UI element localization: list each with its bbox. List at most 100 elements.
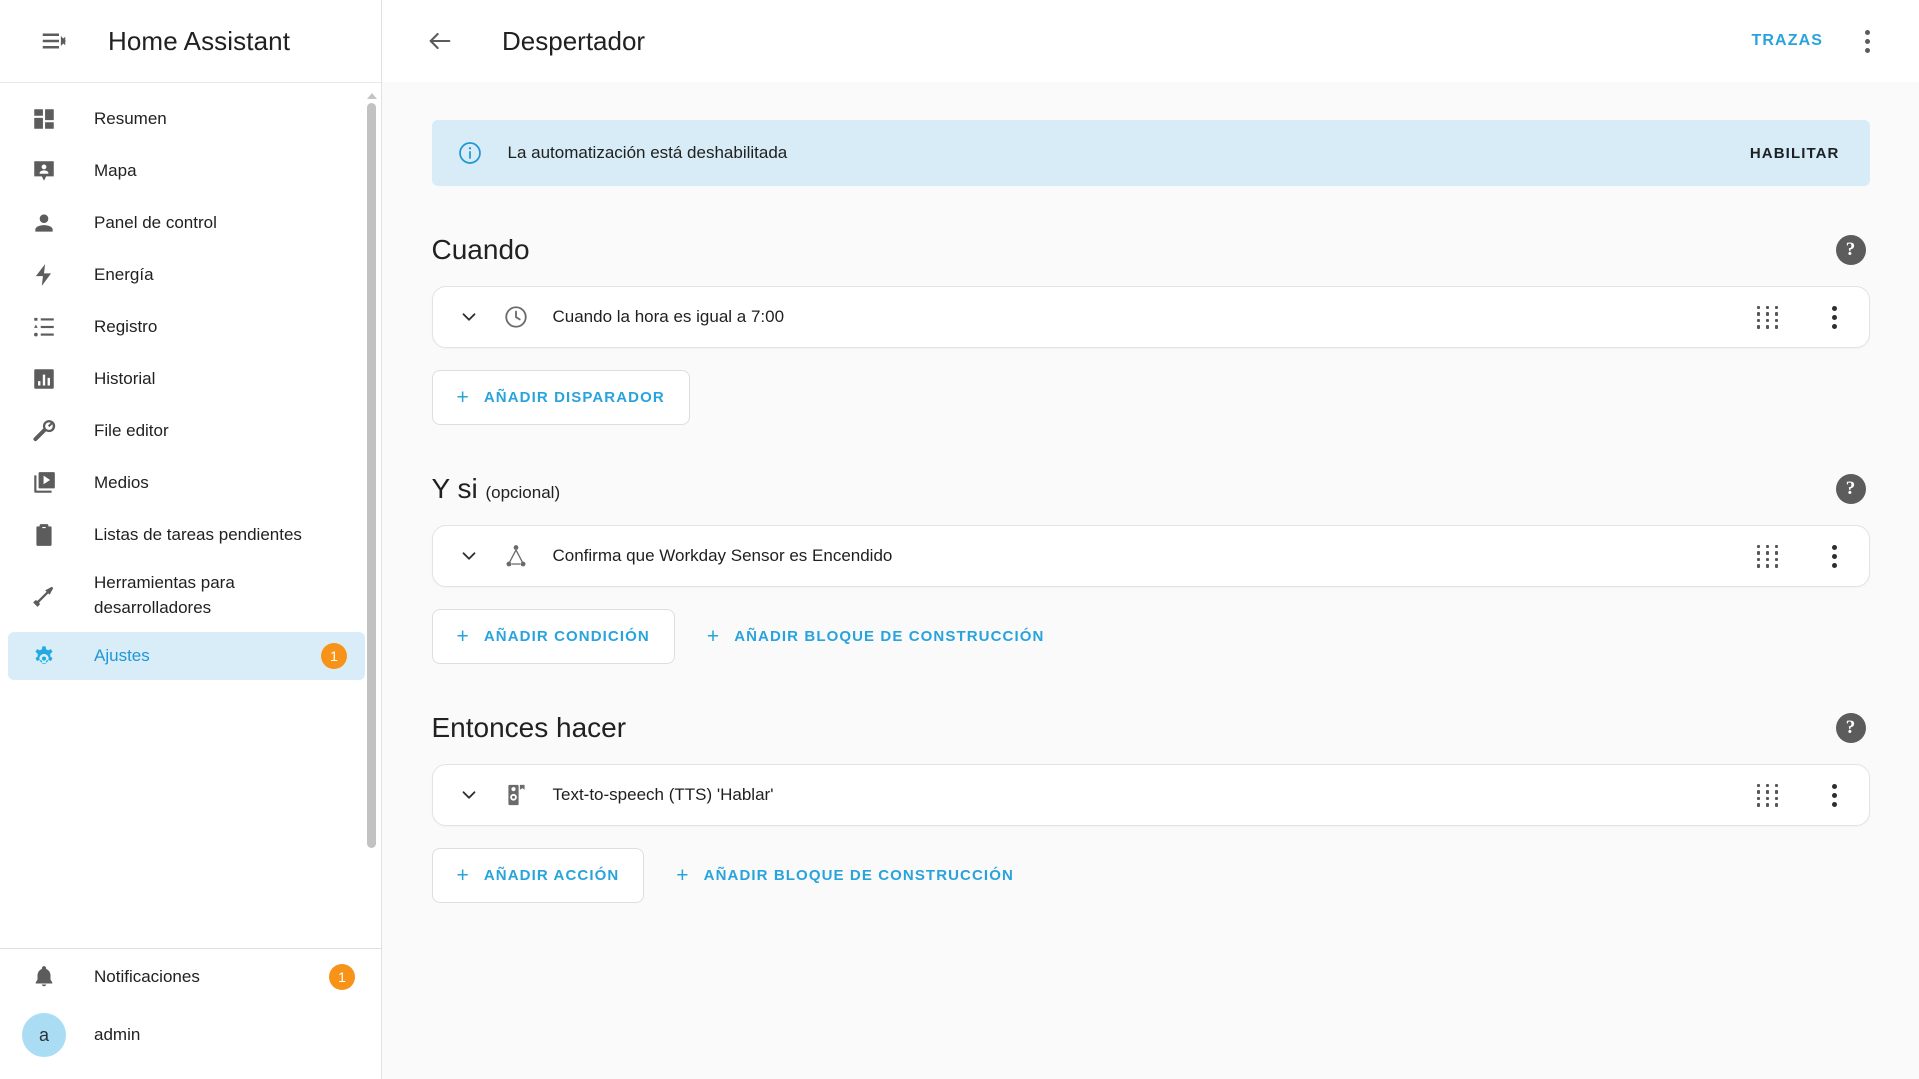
clock-outline-icon bbox=[501, 302, 531, 332]
trigger-overflow-icon[interactable] bbox=[1815, 297, 1855, 337]
scroll-up-arrow-icon[interactable] bbox=[367, 93, 377, 99]
dots-vertical-icon bbox=[1832, 545, 1837, 568]
sidebar-item-label: Panel de control bbox=[94, 211, 217, 236]
sidebar-item-label: Notificaciones bbox=[94, 965, 200, 990]
toolbar: Despertador TRAZAS bbox=[382, 0, 1919, 82]
add-action-button[interactable]: + AÑADIR ACCIÓN bbox=[432, 848, 645, 903]
app-root: Home Assistant Resumen Mapa bbox=[0, 0, 1919, 1079]
sidebar-item-label: Registro bbox=[94, 315, 157, 340]
add-condition-label: AÑADIR CONDICIÓN bbox=[484, 628, 650, 645]
sidebar-item-herramientas-para-desarrolladores[interactable]: Herramientas para desarrolladores bbox=[8, 563, 365, 628]
sidebar-item-historial[interactable]: Historial bbox=[8, 355, 365, 403]
sidebar-item-energia[interactable]: Energía bbox=[8, 251, 365, 299]
sidebar-user-label: admin bbox=[94, 1023, 140, 1048]
section-title: Y si (opcional) bbox=[432, 473, 1836, 505]
sidebar-item-medios[interactable]: Medios bbox=[8, 459, 365, 507]
condition-overflow-icon[interactable] bbox=[1815, 536, 1855, 576]
banner-message: La automatización está deshabilitada bbox=[508, 143, 1736, 163]
section-header: Entonces hacer ? bbox=[432, 708, 1870, 748]
chevron-down-icon[interactable] bbox=[451, 777, 487, 813]
trigger-card[interactable]: Cuando la hora es igual a 7:00 bbox=[432, 286, 1870, 348]
dots-vertical-icon[interactable] bbox=[1839, 13, 1895, 69]
section-title-text: Y si bbox=[432, 473, 478, 504]
information-outline-icon bbox=[456, 139, 484, 167]
scrollbar-thumb[interactable] bbox=[367, 103, 376, 848]
clipboard-list-icon bbox=[30, 521, 58, 549]
sidebar-scrollbar[interactable] bbox=[366, 93, 377, 934]
section-conditions: Y si (opcional) ? bbox=[432, 469, 1870, 664]
sidebar-item-notificaciones[interactable]: Notificaciones 1 bbox=[8, 953, 373, 1001]
content-scroll[interactable]: La automatización está deshabilitada HAB… bbox=[382, 82, 1919, 1079]
condition-card[interactable]: Confirma que Workday Sensor es Encendido bbox=[432, 525, 1870, 587]
plus-icon: + bbox=[457, 865, 470, 886]
section-title: Cuando bbox=[432, 234, 1836, 266]
traces-button[interactable]: TRAZAS bbox=[1736, 22, 1839, 60]
bell-icon bbox=[30, 963, 58, 991]
add-building-block-label: AÑADIR BLOQUE DE CONSTRUCCIÓN bbox=[704, 867, 1014, 884]
section-actions: Entonces hacer ? bbox=[432, 708, 1870, 903]
play-box-multiple-icon bbox=[30, 469, 58, 497]
add-building-block-action-button[interactable]: + AÑADIR BLOQUE DE CONSTRUCCIÓN bbox=[656, 849, 1034, 902]
view-dashboard-icon bbox=[30, 105, 58, 133]
enable-button[interactable]: HABILITAR bbox=[1736, 135, 1854, 172]
trigger-buttons: + AÑADIR DISPARADOR bbox=[432, 370, 1870, 425]
dots-vertical-icon bbox=[1832, 306, 1837, 329]
dots-vertical-icon bbox=[1832, 784, 1837, 807]
section-header: Cuando ? bbox=[432, 230, 1870, 270]
add-trigger-button[interactable]: + AÑADIR DISPARADOR bbox=[432, 370, 690, 425]
drag-grid-icon[interactable] bbox=[1757, 784, 1781, 807]
chevron-down-icon[interactable] bbox=[451, 538, 487, 574]
main-area: Despertador TRAZAS La automatiz bbox=[382, 0, 1919, 1079]
menu-collapse-icon[interactable] bbox=[24, 11, 84, 71]
add-action-label: AÑADIR ACCIÓN bbox=[484, 867, 619, 884]
condition-label: Confirma que Workday Sensor es Encendido bbox=[553, 546, 1757, 566]
account-icon bbox=[30, 209, 58, 237]
sidebar-item-listas-de-tareas-pendientes[interactable]: Listas de tareas pendientes bbox=[8, 511, 365, 559]
help-circle-icon[interactable]: ? bbox=[1836, 713, 1866, 743]
add-building-block-label: AÑADIR BLOQUE DE CONSTRUCCIÓN bbox=[734, 628, 1044, 645]
wrench-icon bbox=[30, 417, 58, 445]
action-overflow-icon[interactable] bbox=[1815, 775, 1855, 815]
help-circle-icon[interactable]: ? bbox=[1836, 235, 1866, 265]
action-card[interactable]: Text-to-speech (TTS) 'Hablar' bbox=[432, 764, 1870, 826]
trigger-label: Cuando la hora es igual a 7:00 bbox=[553, 307, 1757, 327]
overflow-dots bbox=[1865, 30, 1870, 53]
sidebar-item-registro[interactable]: Registro bbox=[8, 303, 365, 351]
sidebar-item-label: Ajustes bbox=[94, 644, 150, 669]
sidebar-item-label: Energía bbox=[94, 263, 154, 288]
chevron-down-icon[interactable] bbox=[451, 299, 487, 335]
help-circle-icon[interactable]: ? bbox=[1836, 474, 1866, 504]
action-buttons: + AÑADIR ACCIÓN + AÑADIR BLOQUE DE CONST… bbox=[432, 848, 1870, 903]
section-title: Entonces hacer bbox=[432, 712, 1836, 744]
sidebar-item-resumen[interactable]: Resumen bbox=[8, 95, 365, 143]
avatar: a bbox=[22, 1013, 66, 1057]
section-header: Y si (opcional) ? bbox=[432, 469, 1870, 509]
sidebar-item-mapa[interactable]: Mapa bbox=[8, 147, 365, 195]
page-title: Despertador bbox=[502, 26, 1736, 57]
sidebar-item-user[interactable]: a admin bbox=[8, 1005, 373, 1065]
section-title-text: Cuando bbox=[432, 234, 530, 265]
lightning-bolt-icon bbox=[30, 261, 58, 289]
add-building-block-condition-button[interactable]: + AÑADIR BLOQUE DE CONSTRUCCIÓN bbox=[687, 610, 1065, 663]
sidebar-item-panel-de-control[interactable]: Panel de control bbox=[8, 199, 365, 247]
sidebar-item-label: File editor bbox=[94, 419, 169, 444]
section-title-optional: (opcional) bbox=[485, 483, 560, 502]
speaker-message-icon bbox=[501, 780, 531, 810]
plus-icon: + bbox=[457, 387, 470, 408]
sidebar-item-file-editor[interactable]: File editor bbox=[8, 407, 365, 455]
add-condition-button[interactable]: + AÑADIR CONDICIÓN bbox=[432, 609, 675, 664]
sidebar: Home Assistant Resumen Mapa bbox=[0, 0, 382, 1079]
condition-buttons: + AÑADIR CONDICIÓN + AÑADIR BLOQUE DE CO… bbox=[432, 609, 1870, 664]
drag-grid-icon[interactable] bbox=[1757, 545, 1781, 568]
content-inner: La automatización está deshabilitada HAB… bbox=[416, 120, 1886, 903]
arrow-left-icon[interactable] bbox=[412, 13, 468, 69]
sidebar-scroll-area: Resumen Mapa Panel de control bbox=[0, 82, 381, 942]
drag-grid-icon[interactable] bbox=[1757, 306, 1781, 329]
sidebar-header: Home Assistant bbox=[0, 0, 381, 82]
chart-box-icon bbox=[30, 365, 58, 393]
status-badge: 1 bbox=[321, 643, 347, 669]
plus-icon: + bbox=[707, 626, 720, 647]
plus-icon: + bbox=[676, 865, 689, 886]
sidebar-item-ajustes[interactable]: Ajustes 1 bbox=[8, 632, 365, 680]
sidebar-footer: Notificaciones 1 a admin bbox=[0, 949, 381, 1079]
